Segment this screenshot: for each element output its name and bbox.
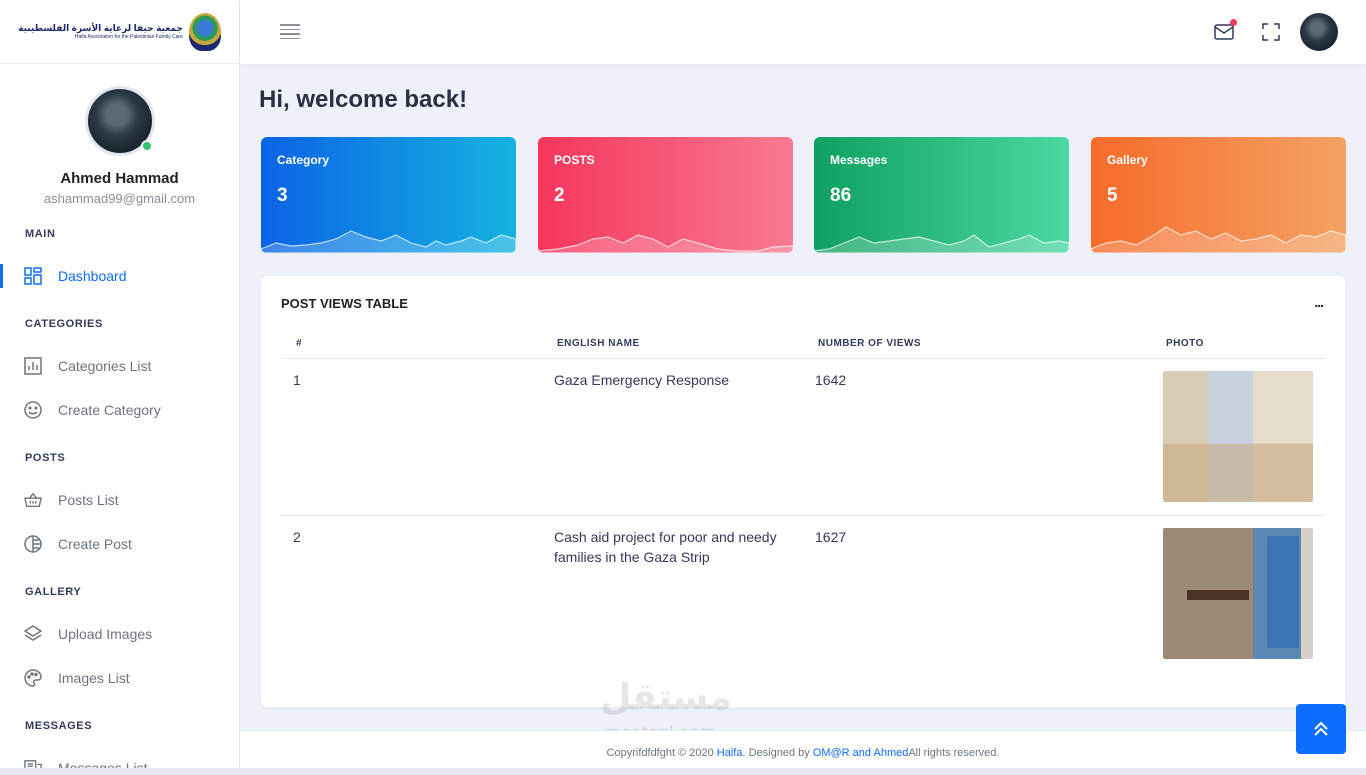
table-divider — [281, 515, 1325, 516]
column-header-photo[interactable]: PHOTO — [1166, 338, 1204, 349]
logo-arabic-text: جمعية حيفا لرعاية الأسرة الفلسطينية — [18, 23, 183, 33]
stat-card-label: POSTS — [554, 153, 595, 167]
sidebar-item-posts-list[interactable]: Posts List — [0, 478, 239, 522]
row-english-name: Gaza Emergency Response — [554, 372, 730, 388]
sidebar-item-images-list[interactable]: Images List — [0, 656, 239, 700]
footer-rights: All rights reserved. — [908, 747, 1000, 759]
stat-card-value: 86 — [830, 185, 852, 206]
footer-designed-by: . Designed by — [742, 747, 813, 759]
post-photo[interactable] — [1163, 371, 1313, 502]
profile-email: ashammad99@gmail.com — [43, 191, 196, 206]
bar-chart-icon — [24, 357, 42, 375]
sidebar-item-categories-list[interactable]: Categories List — [0, 344, 239, 388]
stat-card-value: 2 — [554, 185, 565, 206]
row-english-name: Cash aid project for poor and needy fami… — [554, 529, 777, 565]
smile-icon — [24, 401, 42, 419]
notification-dot-icon — [1230, 19, 1237, 26]
sparkline-icon — [538, 234, 793, 253]
footer-designers-link[interactable]: OM@R and Ahmed — [813, 747, 909, 759]
sidebar-item-label: Upload Images — [58, 626, 153, 642]
double-chevron-up-icon — [1314, 721, 1328, 736]
footer-copyright: Copyrifdfdfght © 2020 — [606, 747, 717, 759]
menu-header-categories: CATEGORIES — [25, 318, 103, 330]
stat-card-label: Category — [277, 153, 330, 167]
sidebar-item-label: Images List — [58, 670, 130, 686]
column-header-views[interactable]: NUMBER OF VIEWS — [818, 338, 921, 349]
sidebar-item-create-category[interactable]: Create Category — [0, 388, 239, 432]
scroll-to-top-button[interactable] — [1296, 704, 1346, 754]
stat-card-value: 5 — [1107, 185, 1118, 206]
stat-card-label: Gallery — [1107, 153, 1148, 167]
sidebar: جمعية حيفا لرعاية الأسرة الفلسطينية Haif… — [0, 0, 240, 775]
half-circle-icon — [24, 535, 42, 553]
stat-card-category[interactable]: Category 3 — [261, 137, 516, 253]
sidebar-item-upload-images[interactable]: Upload Images — [0, 612, 239, 656]
fullscreen-icon[interactable] — [1260, 21, 1282, 43]
dashboard-icon — [24, 267, 42, 285]
online-status-icon — [140, 140, 153, 152]
sparkline-icon — [261, 230, 516, 253]
user-avatar[interactable] — [1300, 13, 1338, 51]
sidebar-item-create-post[interactable]: Create Post — [0, 522, 239, 566]
table-divider — [281, 358, 1325, 359]
row-number: 2 — [293, 529, 301, 545]
table-title: POST VIEWS TABLE — [281, 296, 408, 311]
footer: Copyrifdfdfght © 2020 Haifa. Designed by… — [240, 730, 1366, 770]
sidebar-item-label: Categories List — [58, 358, 152, 374]
column-header-number[interactable]: # — [296, 338, 302, 349]
stat-card-messages[interactable]: Messages 86 — [814, 137, 1069, 253]
menu-icon[interactable] — [280, 24, 300, 40]
profile-name: Ahmed Hammad — [60, 170, 179, 187]
sidebar-item-label: Create Category — [58, 402, 161, 418]
menu-header-gallery: GALLERY — [25, 586, 82, 598]
row-number: 1 — [293, 372, 301, 388]
sparkline-icon — [814, 234, 1069, 253]
stat-card-value: 3 — [277, 185, 288, 206]
menu-header-main: MAIN — [25, 228, 56, 240]
stat-card-gallery[interactable]: Gallery 5 — [1091, 137, 1346, 253]
stat-card-posts[interactable]: POSTS 2 — [538, 137, 793, 253]
menu-header-messages: MESSAGES — [25, 720, 93, 732]
row-views: 1642 — [815, 372, 847, 388]
mail-icon[interactable] — [1213, 19, 1237, 43]
post-views-table: POST VIEWS TABLE ... # ENGLISH NAME NUMB… — [261, 276, 1345, 707]
column-header-english-name[interactable]: ENGLISH NAME — [557, 338, 640, 349]
stat-card-label: Messages — [830, 153, 888, 167]
sidebar-item-label: Dashboard — [58, 268, 127, 284]
post-photo[interactable] — [1163, 528, 1313, 659]
topbar — [240, 0, 1366, 64]
logo-english-text: Haifa Association for the Palestinian Fa… — [74, 34, 183, 40]
sidebar-item-dashboard[interactable]: Dashboard — [0, 254, 239, 298]
sidebar-item-label: Create Post — [58, 536, 132, 552]
layers-icon — [24, 625, 42, 643]
more-options-button[interactable]: ... — [1314, 294, 1324, 310]
logo-emblem-icon — [188, 12, 221, 51]
sidebar-item-label: Posts List — [58, 492, 119, 508]
watermark-arabic: مستقل — [600, 676, 732, 717]
menu-header-posts: POSTS — [25, 452, 66, 464]
basket-icon — [24, 491, 42, 509]
horizontal-scrollbar[interactable] — [0, 768, 1366, 775]
row-views: 1627 — [815, 529, 847, 545]
user-profile: Ahmed Hammad ashammad99@gmail.com — [0, 64, 239, 206]
sparkline-icon — [1091, 226, 1346, 253]
palette-icon — [24, 669, 42, 687]
page-title: Hi, welcome back! — [259, 86, 468, 113]
footer-brand-link[interactable]: Haifa — [717, 747, 743, 759]
logo[interactable]: جمعية حيفا لرعاية الأسرة الفلسطينية Haif… — [0, 0, 239, 64]
